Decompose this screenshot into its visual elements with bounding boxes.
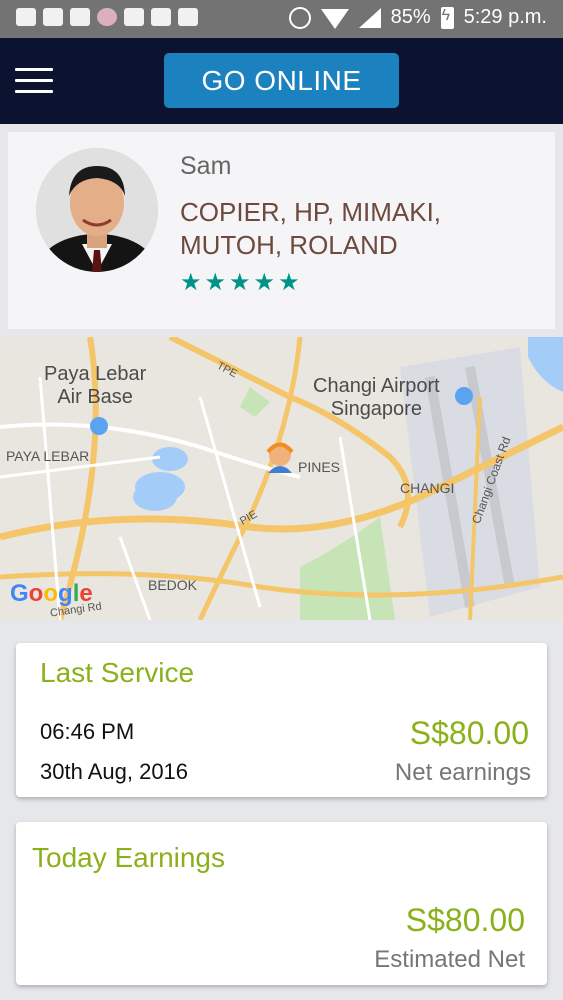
last-service-date: 30th Aug, 2016	[40, 759, 189, 784]
company-line-2: MUTOH, ROLAND	[180, 230, 398, 260]
last-service-amount: S$80.00	[409, 715, 529, 751]
hamburger-menu-icon[interactable]	[15, 68, 53, 94]
dropbox-icon	[16, 8, 36, 26]
signal-icon	[358, 7, 381, 28]
battery-percent: 85%	[390, 6, 431, 28]
profile-card: Sam COPIER, HP, MIMAKI, MUTOH, ROLAND ★★…	[8, 132, 555, 329]
system-status: 85% 5:29 p.m.	[288, 6, 547, 29]
map-label-changi: CHANGI	[400, 480, 455, 496]
wifi-icon	[320, 8, 349, 29]
map-label-paya-lebar-air-base: Paya Lebar Air Base	[44, 363, 147, 408]
checkbox-icon	[178, 8, 198, 26]
battery-charging-icon	[440, 6, 454, 29]
map-label-bedok: BEDOK	[148, 577, 198, 593]
today-earnings-amount: S$80.00	[405, 902, 525, 938]
last-service-title: Last Service	[40, 657, 195, 688]
google-logo: Google	[10, 580, 93, 607]
today-earnings-card[interactable]: Today Earnings S$80.00 Estimated Net	[16, 822, 547, 985]
rating-stars: ★★★★★	[180, 269, 303, 296]
map-view[interactable]: Paya Lebar Air Base Changi Airport Singa…	[0, 337, 563, 620]
map-label-pines: PINES	[298, 459, 341, 475]
avatar-notification-icon	[97, 8, 117, 26]
alarm-icon	[288, 6, 311, 29]
driver-name: Sam	[180, 152, 232, 180]
last-service-time: 06:46 PM	[40, 719, 135, 744]
gmail-icon	[43, 8, 63, 26]
mail-icon	[124, 8, 144, 26]
app-header: GO ONLINE	[0, 38, 563, 124]
map-label-changi-airport: Changi Airport Singapore	[313, 375, 440, 420]
go-online-button[interactable]: GO ONLINE	[164, 53, 399, 108]
status-bar: 85% 5:29 p.m.	[0, 0, 563, 38]
youtube-icon	[70, 8, 90, 26]
net-earnings-label: Net earnings	[394, 759, 531, 786]
estimated-net-label: Estimated Net	[374, 946, 525, 973]
company-name: COPIER, HP, MIMAKI, MUTOH, ROLAND	[180, 196, 540, 262]
avatar	[36, 148, 158, 272]
notification-icons	[16, 8, 198, 26]
clock: 5:29 p.m.	[463, 6, 547, 28]
today-earnings-title: Today Earnings	[32, 842, 226, 873]
company-line-1: COPIER, HP, MIMAKI,	[180, 197, 442, 227]
last-service-card[interactable]: Last Service 06:46 PM 30th Aug, 2016 S$8…	[16, 643, 547, 797]
map-label-paya-lebar: PAYA LEBAR	[6, 448, 90, 464]
camera-icon	[151, 8, 171, 26]
